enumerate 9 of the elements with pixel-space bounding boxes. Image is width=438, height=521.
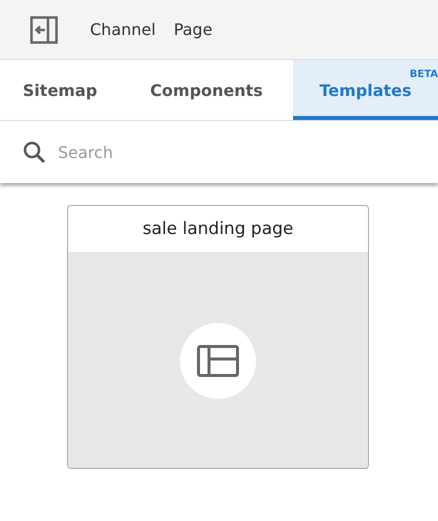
tab[interactable]: BETA Templates <box>293 60 438 120</box>
nav-link[interactable]: Page <box>174 20 212 39</box>
search-icon <box>22 140 46 164</box>
search-field[interactable]: Search <box>56 142 438 162</box>
template-card[interactable]: sale landing page <box>67 205 369 469</box>
beta-label: BETA <box>410 69 438 80</box>
panel-collapse-icon[interactable] <box>30 16 58 44</box>
template-name: sale landing page <box>68 206 368 253</box>
nav-link[interactable]: Channel <box>90 20 156 39</box>
